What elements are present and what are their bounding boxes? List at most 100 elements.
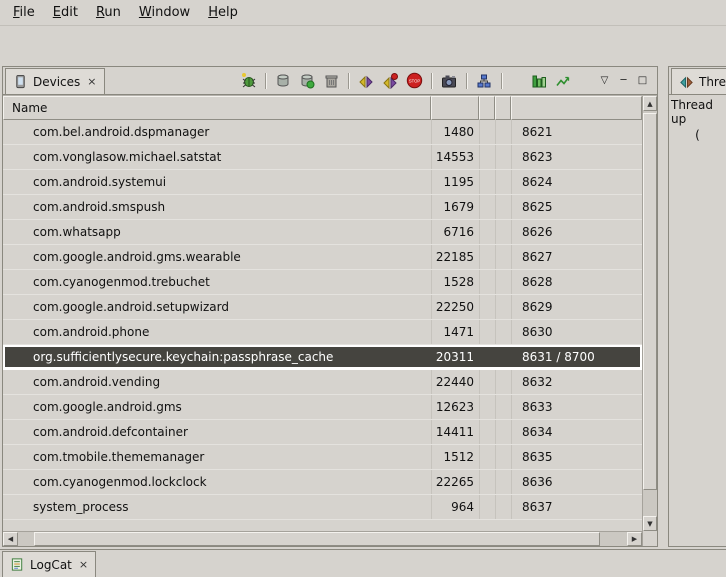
scroll-right-icon[interactable]: ▶: [627, 532, 642, 546]
process-name-cell: com.android.systemui: [3, 170, 431, 194]
tab-logcat[interactable]: LogCat ×: [2, 551, 96, 577]
scroll-down-icon[interactable]: ▼: [643, 516, 657, 531]
process-pid-cell: 1679: [431, 195, 479, 219]
process-threads-cell: [495, 295, 511, 319]
process-row[interactable]: org.sufficientlysecure.keychain:passphra…: [3, 345, 642, 370]
process-threads-cell: [495, 195, 511, 219]
process-heap-cell: [479, 420, 495, 444]
process-pid-cell: 12623: [431, 395, 479, 419]
column-header-port[interactable]: [511, 96, 642, 120]
process-row[interactable]: com.vonglasow.michael.satstat 14553 8623: [3, 145, 642, 170]
process-port-cell: 8629: [511, 295, 642, 319]
dump-hprof-icon[interactable]: [296, 71, 318, 91]
update-threads-icon[interactable]: [355, 71, 377, 91]
vertical-scrollbar[interactable]: ▲ ▼: [642, 96, 657, 546]
process-row[interactable]: com.google.android.setupwizard 22250 862…: [3, 295, 642, 320]
process-row[interactable]: com.cyanogenmod.trebuchet 1528 8628: [3, 270, 642, 295]
menu-item[interactable]: Run: [87, 3, 130, 22]
process-threads-cell: [495, 245, 511, 269]
scroll-left-icon[interactable]: ◀: [3, 532, 18, 546]
process-pid-cell: 1195: [431, 170, 479, 194]
process-port-cell: 8635: [511, 445, 642, 469]
panel-splitter[interactable]: [658, 66, 668, 547]
debug-icon[interactable]: [237, 71, 259, 91]
table-filler: [3, 520, 642, 531]
start-method-profiling-icon[interactable]: [379, 71, 401, 91]
process-name-cell: com.cyanogenmod.trebuchet: [3, 270, 431, 294]
process-pid-cell: 22440: [431, 370, 479, 394]
process-threads-cell: [495, 320, 511, 344]
ddms-window: File Edit Run Window Help Devices ×: [0, 0, 726, 577]
process-heap-cell: [479, 370, 495, 394]
tab-devices-close-icon[interactable]: ×: [85, 75, 96, 88]
scroll-up-icon[interactable]: ▲: [643, 96, 657, 111]
process-threads-cell: [495, 420, 511, 444]
process-threads-cell: [495, 495, 511, 519]
process-row[interactable]: com.tmobile.thememanager 1512 8635: [3, 445, 642, 470]
minimize-icon[interactable]: ─: [615, 72, 632, 89]
process-row[interactable]: com.android.smspush 1679 8625: [3, 195, 642, 220]
cause-gc-icon[interactable]: [320, 71, 342, 91]
menubar: File Edit Run Window Help: [0, 0, 726, 26]
toolbar-separator: [265, 73, 266, 89]
menu-item[interactable]: Help: [199, 3, 247, 22]
network-stats-icon[interactable]: [552, 71, 574, 91]
scrollbar-corner: [643, 531, 657, 546]
devices-table: Name com.bel.android.dspmanager 1480: [3, 95, 657, 546]
column-header-name[interactable]: Name: [3, 96, 431, 120]
process-port-cell: 8631 / 8700: [511, 345, 642, 369]
process-threads-cell: [495, 470, 511, 494]
process-row[interactable]: com.cyanogenmod.lockclock 22265 8636: [3, 470, 642, 495]
update-heap-icon[interactable]: [272, 71, 294, 91]
tab-devices[interactable]: Devices ×: [5, 68, 105, 94]
logcat-bar: LogCat ×: [0, 549, 726, 577]
process-row[interactable]: com.android.phone 1471 8630: [3, 320, 642, 345]
process-row[interactable]: com.google.android.gms 12623 8633: [3, 395, 642, 420]
process-name-cell: com.google.android.gms.wearable: [3, 245, 431, 269]
process-heap-cell: [479, 470, 495, 494]
process-row[interactable]: com.whatsapp 6716 8626: [3, 220, 642, 245]
view-menu-icon[interactable]: ▽: [596, 72, 613, 89]
column-header-heap[interactable]: [479, 96, 495, 120]
screen-capture-icon[interactable]: [438, 71, 460, 91]
process-threads-cell: [495, 345, 511, 369]
process-row[interactable]: com.bel.android.dspmanager 1480 8621: [3, 120, 642, 145]
process-heap-cell: [479, 395, 495, 419]
device-icon: [13, 74, 28, 89]
process-row[interactable]: com.android.vending 22440 8632: [3, 370, 642, 395]
process-row[interactable]: com.android.defcontainer 14411 8634: [3, 420, 642, 445]
process-row[interactable]: com.google.android.gms.wearable 22185 86…: [3, 245, 642, 270]
process-pid-cell: 1480: [431, 120, 479, 144]
svg-text:STOP: STOP: [408, 78, 420, 83]
process-port-cell: 8633: [511, 395, 642, 419]
table-header-row: Name: [3, 96, 642, 120]
process-heap-cell: [479, 195, 495, 219]
vscroll-thumb[interactable]: [643, 113, 657, 490]
tab-logcat-close-icon[interactable]: ×: [77, 558, 88, 571]
process-pid-cell: 22185: [431, 245, 479, 269]
menu-item[interactable]: Edit: [44, 3, 87, 22]
process-name-cell: com.whatsapp: [3, 220, 431, 244]
menu-item[interactable]: Window: [130, 3, 199, 22]
tab-threads[interactable]: Threads: [671, 68, 726, 94]
maximize-icon[interactable]: □: [634, 72, 651, 89]
vscroll-track[interactable]: [643, 111, 657, 516]
process-heap-cell: [479, 345, 495, 369]
hscroll-track[interactable]: [18, 532, 627, 546]
process-port-cell: 8636: [511, 470, 642, 494]
process-row[interactable]: system_process 964 8637: [3, 495, 642, 520]
hscroll-thumb[interactable]: [34, 532, 600, 546]
column-header-pid[interactable]: [431, 96, 479, 120]
toolbar-separator: [501, 73, 502, 89]
process-heap-cell: [479, 145, 495, 169]
dump-view-hierarchy-icon[interactable]: [473, 71, 495, 91]
process-name-cell: com.vonglasow.michael.satstat: [3, 145, 431, 169]
column-header-threads[interactable]: [495, 96, 511, 120]
horizontal-scrollbar[interactable]: ◀ ▶: [3, 531, 642, 546]
menu-item[interactable]: File: [4, 3, 44, 22]
process-port-cell: 8637: [511, 495, 642, 519]
process-name-cell: com.bel.android.dspmanager: [3, 120, 431, 144]
process-row[interactable]: com.android.systemui 1195 8624: [3, 170, 642, 195]
stop-icon[interactable]: STOP: [403, 71, 425, 91]
sysinfo-icon[interactable]: [528, 71, 550, 91]
